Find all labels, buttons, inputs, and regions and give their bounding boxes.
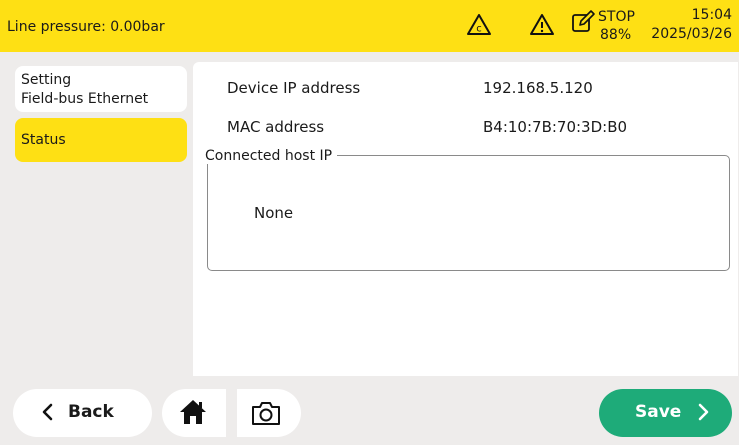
time-text: 15:04 bbox=[691, 7, 732, 23]
screenshot-button[interactable] bbox=[237, 389, 301, 437]
home-button[interactable] bbox=[162, 389, 226, 437]
back-button[interactable]: Back bbox=[13, 389, 152, 437]
device-ip-value: 192.168.5.120 bbox=[483, 79, 593, 97]
sidebar-item-status[interactable]: Status bbox=[15, 118, 187, 162]
svg-text:c: c bbox=[476, 24, 482, 35]
mac-address-label: MAC address bbox=[227, 118, 325, 136]
datetime: 15:04 2025/03/26 bbox=[650, 6, 732, 44]
calibration-warning-icon[interactable]: c bbox=[466, 13, 492, 37]
sidebar-item-sublabel: Field-bus Ethernet bbox=[21, 91, 149, 107]
line-pressure-text: Line pressure: 0.00bar bbox=[7, 19, 165, 35]
device-ip-label: Device IP address bbox=[227, 79, 361, 97]
connected-host-value: None bbox=[254, 204, 294, 222]
chevron-right-icon bbox=[696, 403, 710, 421]
sidebar-item-setting[interactable]: Setting Field-bus Ethernet bbox=[15, 66, 187, 112]
status-bar: Line pressure: 0.00bar c STOP 88% 15:04 … bbox=[0, 0, 739, 52]
connected-host-label: Connected host IP bbox=[205, 148, 338, 164]
edit-icon[interactable] bbox=[570, 6, 596, 36]
stop-label: STOP bbox=[598, 9, 635, 25]
stop-status: STOP 88% bbox=[598, 8, 635, 44]
camera-icon bbox=[250, 399, 282, 427]
save-button-label: Save bbox=[635, 402, 682, 422]
back-button-label: Back bbox=[68, 402, 114, 422]
stop-percent: 88% bbox=[600, 27, 632, 43]
home-icon bbox=[178, 398, 208, 426]
warning-icon[interactable] bbox=[529, 13, 555, 37]
status-panel: Device IP address 192.168.5.120 MAC addr… bbox=[193, 62, 738, 376]
chevron-left-icon bbox=[41, 403, 55, 421]
sidebar-item-label: Status bbox=[21, 132, 66, 148]
save-button[interactable]: Save bbox=[599, 389, 732, 437]
sidebar-item-label: Setting bbox=[21, 72, 72, 88]
date-text: 2025/03/26 bbox=[651, 26, 732, 42]
mac-address-value: B4:10:7B:70:3D:B0 bbox=[483, 118, 628, 136]
